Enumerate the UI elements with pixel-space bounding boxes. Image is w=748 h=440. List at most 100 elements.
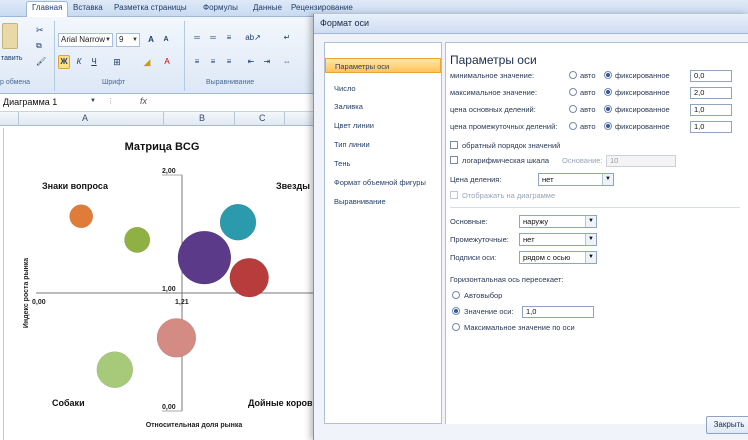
align-right-icon[interactable]: ≡ [222, 55, 236, 69]
close-button[interactable]: Закрыть [706, 416, 748, 434]
nav-number[interactable]: Число [325, 81, 441, 96]
merge-center-icon[interactable]: ⇔ [280, 55, 294, 69]
minor-fixed-radio[interactable] [604, 122, 612, 130]
major-tick-value: наружу [523, 217, 549, 226]
cross-value-radio[interactable] [452, 307, 460, 315]
shrink-font-icon[interactable]: A [160, 33, 172, 47]
paste-label: тавить [1, 55, 23, 62]
paste-icon[interactable] [2, 23, 18, 49]
column-header-c[interactable]: C [259, 113, 266, 123]
column-header-a[interactable]: A [82, 113, 88, 123]
major-fixed-radio[interactable] [604, 105, 612, 113]
bcg-chart[interactable]: 2,00 1,00 0,00 0,00 1,21 Матрица BCG Относител… [3, 128, 434, 440]
column-separator [234, 112, 235, 126]
x-tick-label: 0,00 [32, 299, 46, 306]
dialog-title: Формат оси [320, 18, 370, 28]
tab-home[interactable]: Главная [26, 1, 69, 17]
italic-button[interactable]: К [73, 55, 85, 69]
increase-indent-icon[interactable]: ⇥ [260, 55, 274, 69]
major-tick-select[interactable]: наружу ▼ [519, 215, 597, 228]
orientation-icon[interactable]: ab↗ [244, 31, 262, 45]
cut-icon[interactable]: ✂ [36, 25, 44, 36]
tab-insert[interactable]: Вставка [73, 3, 103, 12]
min-value-input[interactable]: 0,0 [690, 70, 732, 82]
fill-color-icon[interactable]: ◢ [140, 55, 154, 69]
nav-shadow[interactable]: Тень [325, 156, 441, 171]
reverse-order-label: обратный порядок значений [462, 141, 561, 150]
max-fixed-radio[interactable] [604, 88, 612, 96]
max-value-input[interactable]: 2,0 [690, 87, 732, 99]
major-auto-radio[interactable] [569, 105, 577, 113]
x-axis-title: Относительная доля рынка [146, 422, 243, 429]
pane-title: Параметры оси [450, 53, 537, 67]
min-auto-radio[interactable] [569, 71, 577, 79]
quadrant-label-stars: Звезды [276, 181, 310, 191]
borders-icon[interactable]: ⊞ [110, 55, 124, 69]
x-tick-label: 1,21 [175, 299, 189, 306]
formula-bar-separator-icon: ⋮ [107, 98, 114, 105]
cross-value-input[interactable]: 1,0 [522, 306, 594, 318]
align-top-icon[interactable]: ═ [190, 31, 204, 45]
cross-value-label: Значение оси: [464, 307, 514, 316]
bubble-0 [69, 204, 94, 229]
show-units-checkbox[interactable] [450, 191, 458, 199]
bold-button[interactable]: Ж [58, 55, 70, 69]
minor-value-input[interactable]: 1,0 [690, 121, 732, 133]
chevron-down-icon[interactable]: ▼ [90, 98, 96, 104]
nav-line-color[interactable]: Цвет линии [325, 118, 441, 133]
font-name-combo[interactable]: Arial Narrow ▼ [58, 33, 113, 47]
chevron-down-icon: ▼ [585, 252, 596, 263]
y-axis-title: Индекс роста рынка [23, 258, 30, 328]
cross-auto-radio[interactable] [452, 291, 460, 299]
chevron-down-icon: ▼ [105, 37, 111, 43]
name-box[interactable]: Диаграмма 1 [2, 96, 98, 110]
bcg-chart-svg[interactable]: 2,00 1,00 0,00 0,00 1,21 Матрица BCG Относител… [4, 128, 434, 440]
tab-formulas[interactable]: Формулы [203, 3, 238, 12]
column-header-b[interactable]: B [199, 113, 205, 123]
nav-3d-format[interactable]: Формат объемной фигуры [325, 175, 441, 190]
fx-icon[interactable]: fx [140, 96, 147, 106]
min-fixed-radio[interactable] [604, 71, 612, 79]
major-unit-label: цена основных делений: [450, 105, 536, 114]
bubble-5 [156, 318, 197, 358]
align-bottom-icon[interactable]: ≡ [222, 31, 236, 45]
tab-review[interactable]: Рецензирование [291, 3, 353, 12]
log-base-input[interactable]: 10 [606, 155, 676, 167]
cross-max-radio[interactable] [452, 323, 460, 331]
font-size-value: 9 [119, 35, 124, 44]
copy-icon[interactable]: ⧉ [36, 41, 42, 51]
log-scale-checkbox[interactable] [450, 156, 458, 164]
display-units-value: нет [542, 175, 554, 184]
major-value-input[interactable]: 1,0 [690, 104, 732, 116]
reverse-order-checkbox[interactable] [450, 141, 458, 149]
column-separator [18, 112, 19, 126]
minor-auto-radio[interactable] [569, 122, 577, 130]
y-tick-label: 1,00 [162, 286, 176, 293]
font-color-icon[interactable]: A [160, 55, 174, 69]
align-left-icon[interactable]: ≡ [190, 55, 204, 69]
nav-axis-options[interactable]: Параметры оси [325, 58, 441, 73]
tab-page-layout[interactable]: Разметка страницы [114, 3, 187, 12]
nav-fill[interactable]: Заливка [325, 99, 441, 114]
underline-button[interactable]: Ч [88, 55, 100, 69]
axis-labels-select[interactable]: рядом с осью ▼ [519, 251, 597, 264]
cross-auto-label: Автовыбор [464, 291, 503, 300]
minor-tick-select[interactable]: нет ▼ [519, 233, 597, 246]
font-size-combo[interactable]: 9 ▼ [116, 33, 140, 47]
align-center-icon[interactable]: ≡ [206, 55, 220, 69]
tab-data[interactable]: Данные [253, 3, 282, 12]
max-auto-radio[interactable] [569, 88, 577, 96]
major-auto-label: авто [580, 105, 596, 114]
wrap-text-icon[interactable]: ↵ [280, 31, 294, 45]
grow-font-icon[interactable]: A [145, 33, 157, 47]
decrease-indent-icon[interactable]: ⇤ [244, 55, 258, 69]
align-middle-icon[interactable]: ═ [206, 31, 220, 45]
format-painter-icon[interactable]: 🖌 [36, 57, 46, 66]
minor-tick-value: нет [523, 235, 535, 244]
format-axis-dialog: Формат оси Параметры оси Число Заливка Ц… [313, 14, 748, 440]
bubble-3 [219, 203, 257, 241]
nav-line-style[interactable]: Тип линии [325, 137, 441, 152]
display-units-select[interactable]: нет ▼ [538, 173, 614, 186]
nav-alignment[interactable]: Выравнивание [325, 194, 441, 209]
chevron-down-icon: ▼ [602, 174, 613, 185]
